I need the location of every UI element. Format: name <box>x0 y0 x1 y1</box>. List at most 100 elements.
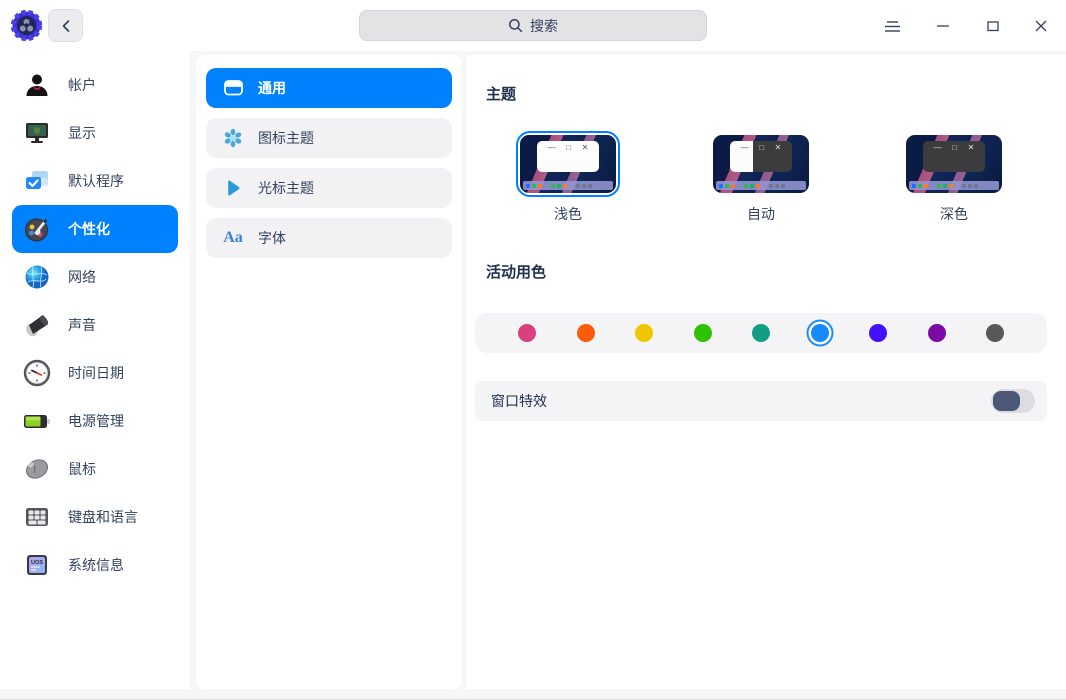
preview-window: — □ ✕ <box>730 141 792 172</box>
subnav-item-label: 图标主题 <box>258 128 314 148</box>
theme-option-auto[interactable]: — □ ✕ 自动 <box>709 131 813 224</box>
sidebar-item-mouse[interactable]: 鼠标 <box>12 445 178 493</box>
theme-option-label: 深色 <box>940 204 968 224</box>
theme-thumbnail-frame: — □ ✕ <box>516 131 620 197</box>
sidebar-item-network[interactable]: 网络 <box>12 253 178 301</box>
icon-theme-flower-icon <box>223 128 243 148</box>
thumb-minimize-glyph: — <box>934 143 942 172</box>
maximize-button[interactable] <box>980 13 1006 39</box>
window-menu-button[interactable] <box>879 13 905 39</box>
sidebar-item-sound[interactable]: 声音 <box>12 301 178 349</box>
sidebar-item-system-info[interactable]: UOS 系统信息 <box>12 541 178 589</box>
search-placeholder: 搜索 <box>530 16 558 36</box>
sidebar-item-label: 系统信息 <box>68 555 124 575</box>
sidebar-item-label: 帐户 <box>68 75 96 95</box>
main-panel: 主题 — □ ✕ 浅色 <box>466 55 1066 689</box>
sidebar-item-label: 时间日期 <box>68 363 124 383</box>
sidebar-item-power[interactable]: 电源管理 <box>12 397 178 445</box>
control-center-logo-icon <box>10 9 43 42</box>
back-button[interactable] <box>48 9 83 42</box>
accent-color-green[interactable] <box>694 324 712 342</box>
accent-color-gray[interactable] <box>986 324 1004 342</box>
thumb-minimize-glyph: — <box>741 143 749 172</box>
keyboard-icon <box>22 502 52 532</box>
sidebar-item-accounts[interactable]: 帐户 <box>12 61 178 109</box>
cursor-theme-icon <box>223 178 243 198</box>
thumb-close-glyph: ✕ <box>968 143 975 172</box>
subnav-item-label: 通用 <box>258 78 286 98</box>
subnav-item-label: 光标主题 <box>258 178 314 198</box>
sidebar-item-default-apps[interactable]: 默认程序 <box>12 157 178 205</box>
search-input[interactable]: 搜索 <box>359 10 707 41</box>
close-button[interactable] <box>1028 13 1054 39</box>
accent-color-purple[interactable] <box>928 324 946 342</box>
thumb-maximize-glyph: □ <box>566 143 571 172</box>
window-effects-toggle[interactable] <box>991 389 1035 413</box>
sidebar-item-label: 电源管理 <box>68 411 124 431</box>
personalization-icon <box>22 214 52 244</box>
accent-color-blue[interactable] <box>811 324 829 342</box>
sidebar-item-label: 默认程序 <box>68 171 124 191</box>
accent-color-orange[interactable] <box>577 324 595 342</box>
sidebar: 帐户 显示 默认程序 个性化 网络 声音 时间日期 <box>0 51 190 689</box>
sidebar-item-keyboard[interactable]: 键盘和语言 <box>12 493 178 541</box>
theme-thumbnail-auto: — □ ✕ <box>713 135 809 193</box>
accent-color-violet[interactable] <box>869 324 887 342</box>
user-icon <box>22 70 52 100</box>
search-icon <box>508 18 523 33</box>
thumb-maximize-glyph: □ <box>759 143 764 172</box>
window-effects-label: 窗口特效 <box>491 391 547 411</box>
accent-color-picker <box>475 313 1047 353</box>
subnav-item-font[interactable]: Aa 字体 <box>206 218 452 258</box>
theme-option-label: 自动 <box>747 204 775 224</box>
subnav-item-cursor-theme[interactable]: 光标主题 <box>206 168 452 208</box>
theme-option-light[interactable]: — □ ✕ 浅色 <box>516 131 620 224</box>
subnav-item-general[interactable]: 通用 <box>206 68 452 108</box>
theme-section-heading: 主题 <box>486 83 516 104</box>
minimize-icon <box>935 18 951 34</box>
window-effects-row: 窗口特效 <box>475 381 1047 421</box>
subnav-item-icon-theme[interactable]: 图标主题 <box>206 118 452 158</box>
subnav-item-label: 字体 <box>258 228 286 248</box>
accent-color-pink[interactable] <box>518 324 536 342</box>
system-info-chip-icon: UOS <box>22 550 52 580</box>
theme-thumbnail-dark: — □ ✕ <box>906 135 1002 193</box>
theme-option-dark[interactable]: — □ ✕ 深色 <box>902 131 1006 224</box>
preview-dock <box>523 181 613 190</box>
personalization-subnav: 通用 图标主题 光标主题 Aa 字体 <box>196 55 462 689</box>
accent-color-yellow[interactable] <box>635 324 653 342</box>
svg-text:UOS: UOS <box>31 560 43 566</box>
maximize-icon <box>985 18 1001 34</box>
theme-option-label: 浅色 <box>554 204 582 224</box>
preview-window: — □ ✕ <box>537 141 599 172</box>
minimize-button[interactable] <box>930 13 956 39</box>
sidebar-item-display[interactable]: 显示 <box>12 109 178 157</box>
accent-section-heading: 活动用色 <box>486 261 546 282</box>
accent-color-teal[interactable] <box>752 324 770 342</box>
theme-thumbnail-light: — □ ✕ <box>520 135 616 193</box>
thumb-close-glyph: ✕ <box>582 143 589 172</box>
thumb-minimize-glyph: — <box>548 143 556 172</box>
sidebar-item-datetime[interactable]: 时间日期 <box>12 349 178 397</box>
sidebar-item-label: 键盘和语言 <box>68 507 138 527</box>
sidebar-item-label: 显示 <box>68 123 96 143</box>
default-apps-icon <box>22 166 52 196</box>
font-aa-icon: Aa <box>223 228 243 248</box>
sidebar-item-personalization[interactable]: 个性化 <box>12 205 178 253</box>
window-icon <box>223 78 243 98</box>
sidebar-item-label: 鼠标 <box>68 459 96 479</box>
mouse-icon <box>22 454 52 484</box>
theme-thumbnail-frame: — □ ✕ <box>902 131 1006 197</box>
preview-dock <box>909 181 999 190</box>
close-icon <box>1033 18 1049 34</box>
sidebar-item-label: 网络 <box>68 267 96 287</box>
thumb-maximize-glyph: □ <box>952 143 957 172</box>
battery-icon <box>22 406 52 436</box>
speaker-icon <box>22 310 52 340</box>
display-icon <box>22 118 52 148</box>
theme-thumbnail-frame: — □ ✕ <box>709 131 813 197</box>
chevron-left-icon <box>60 19 72 33</box>
network-globe-icon <box>22 262 52 292</box>
preview-window: — □ ✕ <box>923 141 985 172</box>
theme-options: — □ ✕ 浅色 — □ <box>516 131 1006 224</box>
